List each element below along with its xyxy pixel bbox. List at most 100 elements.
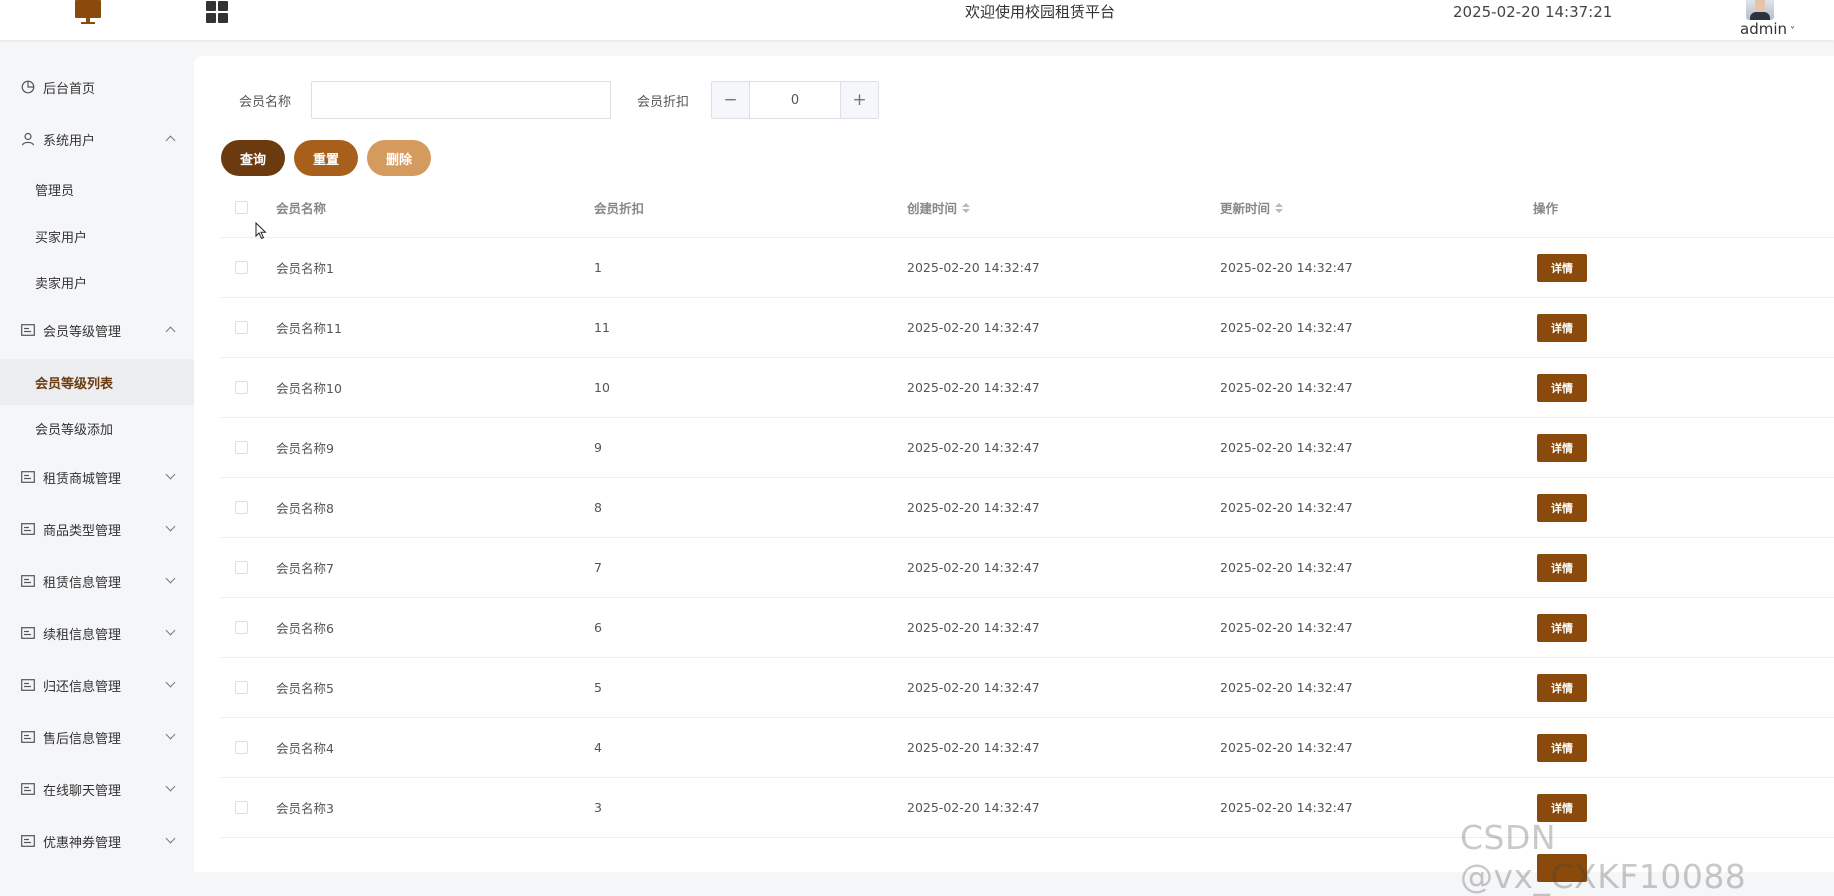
- sidebar-item[interactable]: 售后信息管理: [0, 713, 194, 761]
- updated-time-cell: 2025-02-20 14:32:47: [1220, 440, 1353, 455]
- chevron-up-icon: [165, 135, 176, 146]
- sort-icon[interactable]: [1275, 202, 1284, 214]
- sidebar-item[interactable]: 租赁商城管理: [0, 453, 194, 501]
- column-header: 会员折扣: [594, 178, 644, 237]
- actions-cell: 详情: [1537, 238, 1587, 297]
- sidebar-item[interactable]: 商品类型管理: [0, 505, 194, 553]
- menu-icon: [20, 573, 36, 589]
- row-checkbox[interactable]: [235, 560, 248, 574]
- detail-button[interactable]: 详情: [1537, 373, 1587, 402]
- row-checkbox[interactable]: [235, 440, 248, 454]
- member-name-cell: 会员名称9: [276, 441, 334, 456]
- created-time-cell: 2025-02-20 14:32:47: [907, 260, 1040, 275]
- sidebar-subitem[interactable]: 会员等级添加: [0, 405, 194, 451]
- sidebar-item-label: 后台首页: [43, 81, 96, 97]
- menu-icon: [20, 833, 36, 849]
- sidebar-item-label: 租赁商城管理: [43, 471, 122, 487]
- sidebar-subitem[interactable]: 买家用户: [0, 213, 194, 259]
- discount-cell: 8: [594, 500, 602, 515]
- actions-cell: 详情: [1537, 538, 1587, 597]
- created-time-cell: 2025-02-20 14:32:47: [907, 680, 1040, 695]
- detail-button[interactable]: 详情: [1537, 733, 1587, 762]
- user-menu[interactable]: admin ˅: [1740, 20, 1795, 38]
- chevron-down-icon: ˅: [1790, 26, 1795, 37]
- member-name-cell: 会员名称11: [276, 321, 342, 336]
- menu-icon: [20, 729, 36, 745]
- detail-button[interactable]: 详情: [1537, 673, 1587, 702]
- row-checkbox[interactable]: [235, 320, 248, 334]
- menu-icon: [20, 521, 36, 537]
- sidebar-subitem[interactable]: 管理员: [0, 166, 194, 212]
- sidebar-item[interactable]: 在线聊天管理: [0, 765, 194, 813]
- created-time-cell: 2025-02-20 14:32:47: [907, 740, 1040, 755]
- row-checkbox[interactable]: [235, 680, 248, 694]
- discount-stepper[interactable]: − 0 +: [711, 81, 879, 119]
- discount-cell: 9: [594, 440, 602, 455]
- detail-button[interactable]: 详情: [1537, 613, 1587, 642]
- sidebar-item[interactable]: 归还信息管理: [0, 661, 194, 709]
- discount-value[interactable]: 0: [750, 82, 840, 118]
- column-header: 操作: [1533, 178, 1558, 237]
- app-grid-icon[interactable]: [206, 1, 228, 23]
- created-time-cell: 2025-02-20 14:32:47: [907, 320, 1040, 335]
- sidebar-item[interactable]: 会员等级管理: [0, 306, 194, 354]
- row-checkbox[interactable]: [235, 500, 248, 514]
- sidebar-subitem-label: 卖家用户: [35, 276, 88, 292]
- row-checkbox[interactable]: [235, 620, 248, 634]
- sidebar-item-label: 归还信息管理: [43, 679, 122, 695]
- watermark: CSDN @vx_CXKF10088: [1460, 818, 1747, 896]
- sidebar-item[interactable]: 租赁信息管理: [0, 557, 194, 605]
- sidebar-subitem[interactable]: 会员等级列表: [0, 359, 194, 405]
- sidebar-item[interactable]: 后台首页: [0, 63, 194, 111]
- menu-icon: [20, 322, 36, 338]
- decrement-button[interactable]: −: [712, 82, 750, 118]
- sidebar-item-label: 系统用户: [43, 133, 96, 149]
- sidebar-item-label: 商品类型管理: [43, 523, 122, 539]
- column-header-label: 会员名称: [276, 201, 327, 216]
- member-name-cell: 会员名称6: [276, 621, 334, 636]
- sidebar-item[interactable]: 续租信息管理: [0, 609, 194, 657]
- detail-button[interactable]: 详情: [1537, 253, 1587, 282]
- increment-button[interactable]: +: [840, 82, 878, 118]
- pie-chart-icon: [20, 79, 36, 95]
- column-header[interactable]: 创建时间: [907, 178, 971, 237]
- sort-icon[interactable]: [962, 202, 971, 214]
- actions-cell: 详情: [1537, 298, 1587, 357]
- row-checkbox[interactable]: [235, 380, 248, 394]
- detail-button[interactable]: 详情: [1537, 553, 1587, 582]
- reset-button[interactable]: 重置: [294, 140, 358, 176]
- table-row: 会员名称6 6 2025-02-20 14:32:47 2025-02-20 14:3…: [220, 598, 1834, 658]
- column-header[interactable]: 更新时间: [1220, 178, 1284, 237]
- chevron-down-icon: [165, 729, 176, 740]
- chevron-up-icon: [165, 326, 176, 337]
- sidebar-item[interactable]: 系统用户: [0, 115, 194, 163]
- chevron-down-icon: [165, 625, 176, 636]
- sidebar-subitem-label: 会员等级添加: [35, 422, 114, 438]
- row-checkbox[interactable]: [235, 260, 248, 274]
- column-header: 会员名称: [276, 178, 326, 237]
- table-row: 会员名称11 11 2025-02-20 14:32:47 2025-02-20 14…: [220, 298, 1834, 358]
- mouse-cursor-icon: [255, 222, 267, 240]
- avatar[interactable]: [1746, 0, 1774, 20]
- query-button[interactable]: 查询: [221, 140, 285, 176]
- detail-button[interactable]: 详情: [1537, 433, 1587, 462]
- select-all-checkbox[interactable]: [235, 200, 248, 214]
- created-time-cell: 2025-02-20 14:32:47: [907, 800, 1040, 815]
- actions-cell: 详情: [1537, 658, 1587, 717]
- sidebar-item-label: 租赁信息管理: [43, 575, 122, 591]
- sidebar-item[interactable]: 优惠神券管理: [0, 817, 194, 865]
- detail-button[interactable]: 详情: [1537, 313, 1587, 342]
- user-icon: [20, 131, 36, 147]
- table-header: 会员名称 会员折扣 创建时间 更新时间 操作: [220, 178, 1834, 238]
- row-checkbox[interactable]: [235, 800, 248, 814]
- page-title: 欢迎使用校园租赁平台: [964, 3, 1115, 21]
- sidebar-subitem[interactable]: 卖家用户: [0, 259, 194, 305]
- table-row: 会员名称4 4 2025-02-20 14:32:47 2025-02-20 14:3…: [220, 718, 1834, 778]
- member-name-cell: 会员名称1: [276, 261, 334, 276]
- row-checkbox[interactable]: [235, 740, 248, 754]
- member-name-input[interactable]: [311, 81, 611, 119]
- detail-button[interactable]: 详情: [1537, 493, 1587, 522]
- main-panel: 会员名称 会员折扣 − 0 + 查询 重置 删除 会员名称 会员折扣 创建时间 更新时…: [194, 56, 1834, 882]
- updated-time-cell: 2025-02-20 14:32:47: [1220, 380, 1353, 395]
- delete-button[interactable]: 删除: [367, 140, 431, 176]
